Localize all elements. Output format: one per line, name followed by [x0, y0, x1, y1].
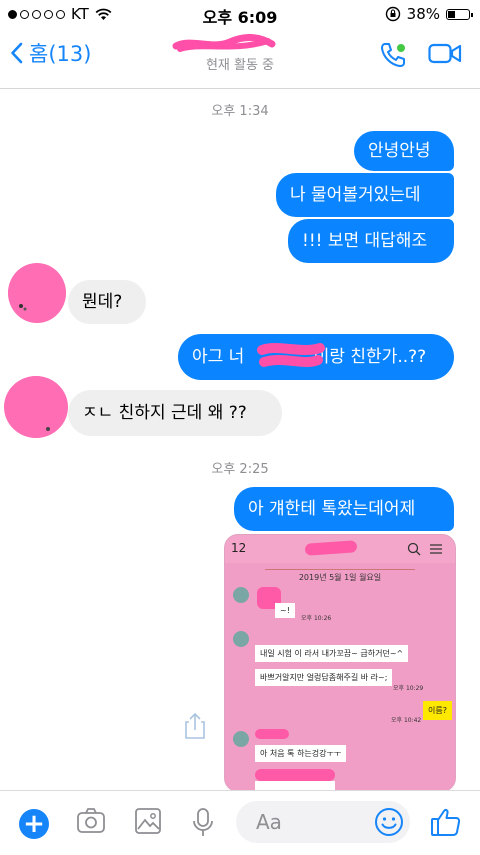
timestamp: 오후 2:25: [211, 462, 269, 477]
menu-icon: [430, 544, 442, 554]
battery-icon: [446, 8, 473, 20]
video-camera-icon[interactable]: [428, 43, 462, 65]
message-text: 뭔데?: [82, 292, 123, 312]
message-bubble-outgoing[interactable]: 나 물어볼거있는데: [276, 173, 454, 217]
message-text: 아 걔한테 톡왔는데어제: [248, 499, 416, 519]
avatar[interactable]: [8, 263, 66, 323]
message-text: 이랑 친한가..??: [313, 347, 427, 367]
message-text: ㅈㄴ 친하지 근데 왜 ??: [82, 403, 247, 423]
active-status: 현재 활동 중: [205, 58, 275, 73]
message-text: 안녕안녕: [368, 141, 431, 161]
shared-date: 2019년 5월 1일 월요일: [265, 569, 415, 583]
shared-message: 아 처음 톡 하는겅강ㅜㅜ: [255, 745, 347, 762]
share-icon[interactable]: [183, 712, 207, 740]
message-text: 나 물어볼거있는데: [290, 185, 421, 205]
message-text: 아그 너: [192, 347, 250, 367]
contact-name-redacted[interactable]: [172, 34, 276, 54]
shared-message: 바쁘거알지만 얼렁답좀해주길 바 라~;: [255, 669, 393, 686]
status-bar: KT 오후 6:09 38%: [0, 0, 480, 28]
online-indicator: [396, 43, 406, 53]
name-redaction-scribble: [257, 343, 325, 367]
message-bubble-incoming[interactable]: 뭔데?: [68, 280, 146, 324]
shared-time: 오후 10:42: [391, 717, 422, 724]
message-bubble-outgoing[interactable]: 아 걔한테 톡왔는데어제: [234, 487, 454, 531]
battery-percent: 38%: [406, 5, 440, 23]
shared-avatar: [233, 587, 249, 603]
redaction-mark: [255, 769, 335, 781]
composer: + Aa: [0, 790, 480, 855]
shared-image[interactable]: 12 2019년 5월 1일 월요일 ~! 오후 10:26 내일 시험 이 라…: [224, 534, 456, 792]
shared-avatar: [233, 631, 249, 647]
search-icon: [407, 542, 421, 556]
rotation-lock-icon: [385, 6, 400, 22]
shared-message-outgoing: 이름?: [423, 701, 452, 720]
emoji-icon[interactable]: [374, 807, 404, 837]
shared-message: 내일 시험 이 라서 내가꼬끔~ 급하거던~^: [255, 645, 409, 662]
avatar[interactable]: [4, 376, 68, 438]
shared-time: 오후 10:29: [393, 685, 424, 692]
add-button[interactable]: +: [19, 809, 49, 839]
camera-icon[interactable]: [76, 807, 106, 835]
timestamp: 오후 1:34: [211, 104, 269, 119]
shared-back-label: 12: [231, 541, 247, 555]
redaction-mark: [255, 729, 289, 739]
microphone-icon[interactable]: [192, 807, 214, 837]
message-bubble-outgoing[interactable]: !!! 보면 대답해조: [288, 219, 454, 263]
photo-gallery-icon[interactable]: [134, 807, 162, 835]
thumbs-up-icon[interactable]: [430, 807, 462, 837]
avatar-redacted: [5, 376, 67, 438]
conversation-header: 홈(13) 현재 활동 중: [0, 28, 480, 89]
shared-message: ~!: [275, 603, 295, 618]
message-bubble-outgoing[interactable]: 안녕안녕: [354, 131, 454, 171]
message-text: !!! 보면 대답해조: [302, 231, 428, 251]
shared-avatar: [233, 731, 249, 747]
avatar-redacted: [8, 264, 66, 322]
shared-time: 오후 10:26: [301, 615, 332, 622]
battery-level: [448, 10, 455, 18]
message-bubble-incoming[interactable]: ㅈㄴ 친하지 근데 왜 ??: [68, 390, 282, 436]
